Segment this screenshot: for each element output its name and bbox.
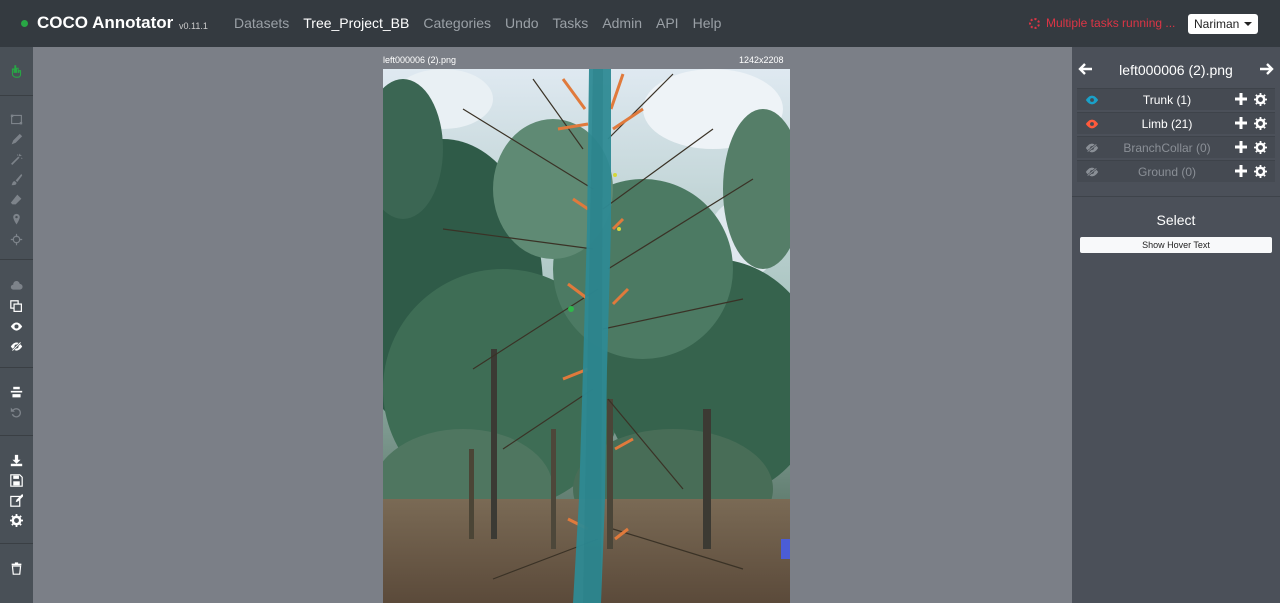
category-label: Ground (0)	[1137, 165, 1197, 179]
nav-tasks[interactable]: Tasks	[553, 15, 589, 31]
delete-icon[interactable]	[9, 561, 24, 575]
image-filename: left000006 (2).png	[383, 55, 457, 65]
show-hover-text-button[interactable]: Show Hover Text	[1080, 237, 1272, 253]
category-label: Limb (21)	[1141, 117, 1193, 131]
plus-icon[interactable]	[1235, 165, 1247, 177]
image-navigation: left000006 (2).png	[1072, 61, 1280, 81]
panel-divider	[1072, 196, 1280, 197]
tool-sidebar	[0, 47, 33, 603]
tasks-status[interactable]: Multiple tasks running ...	[1029, 16, 1175, 30]
polygon-icon[interactable]	[9, 132, 24, 146]
category-row-ground[interactable]: Ground (0)	[1077, 160, 1275, 182]
spinner-icon	[1029, 17, 1040, 29]
app-title[interactable]: COCO Annotator	[37, 13, 173, 33]
hide-all-icon[interactable]	[9, 339, 24, 353]
undo-icon[interactable]	[9, 405, 24, 419]
user-name: Nariman	[1194, 17, 1240, 31]
download-icon[interactable]	[9, 453, 24, 467]
select-title: Select	[1156, 212, 1196, 228]
gear-icon[interactable]	[1254, 93, 1267, 106]
bbox-icon[interactable]	[9, 112, 24, 126]
category-label: Trunk (1)	[1142, 93, 1192, 107]
gear-icon[interactable]	[1254, 141, 1267, 154]
dextr-icon[interactable]	[9, 232, 24, 246]
settings-icon[interactable]	[9, 513, 24, 527]
category-row-branchcollar[interactable]: BranchCollar (0)	[1077, 136, 1275, 158]
plus-icon[interactable]	[1235, 117, 1247, 129]
nav-help[interactable]: Help	[693, 15, 722, 31]
brush-icon[interactable]	[9, 172, 24, 186]
plus-icon[interactable]	[1235, 93, 1247, 105]
category-label: BranchCollar (0)	[1123, 141, 1211, 155]
save-icon[interactable]	[9, 473, 24, 487]
top-navbar: COCO Annotator v0.11.1 Datasets Tree_Pro…	[0, 0, 1280, 47]
category-row-limb[interactable]: Limb (21)	[1077, 112, 1275, 134]
right-panel: left000006 (2).png Trunk (1) Limb (21) B…	[1072, 47, 1280, 603]
arrow-right-icon[interactable]	[1258, 61, 1274, 77]
nav-api[interactable]: API	[656, 15, 679, 31]
copy-annotations-icon[interactable]	[9, 299, 24, 313]
center-image-icon[interactable]	[9, 385, 24, 399]
category-row-trunk[interactable]: Trunk (1)	[1077, 88, 1275, 110]
user-dropdown[interactable]: Nariman	[1188, 14, 1258, 34]
nav-links: Datasets Tree_Project_BB Categories Undo…	[234, 15, 735, 31]
nav-admin[interactable]: Admin	[602, 15, 642, 31]
mode-icon[interactable]	[9, 493, 24, 507]
tree-photo[interactable]	[383, 69, 790, 603]
status-dot	[21, 20, 28, 27]
nav-categories[interactable]: Categories	[423, 15, 491, 31]
tasks-status-text: Multiple tasks running ...	[1046, 16, 1176, 30]
app-version: v0.11.1	[179, 21, 208, 31]
nav-dataset-current[interactable]: Tree_Project_BB	[303, 15, 409, 31]
show-all-icon[interactable]	[9, 319, 24, 333]
annotation-canvas[interactable]: left000006 (2).png 1242x2208	[33, 47, 1072, 603]
nav-undo[interactable]: Undo	[505, 15, 538, 31]
caret-down-icon	[1244, 22, 1253, 26]
image-dimensions: 1242x2208	[739, 55, 784, 65]
cloud-download-icon[interactable]	[9, 278, 24, 292]
magic-wand-icon[interactable]	[9, 152, 24, 166]
gear-icon[interactable]	[1254, 165, 1267, 178]
select-hand-icon[interactable]	[9, 64, 24, 78]
gear-icon[interactable]	[1254, 117, 1267, 130]
panel-file-name: left000006 (2).png	[1119, 62, 1233, 78]
plus-icon[interactable]	[1235, 141, 1247, 153]
keypoint-icon[interactable]	[9, 212, 24, 226]
eraser-icon[interactable]	[9, 192, 24, 206]
nav-datasets[interactable]: Datasets	[234, 15, 289, 31]
